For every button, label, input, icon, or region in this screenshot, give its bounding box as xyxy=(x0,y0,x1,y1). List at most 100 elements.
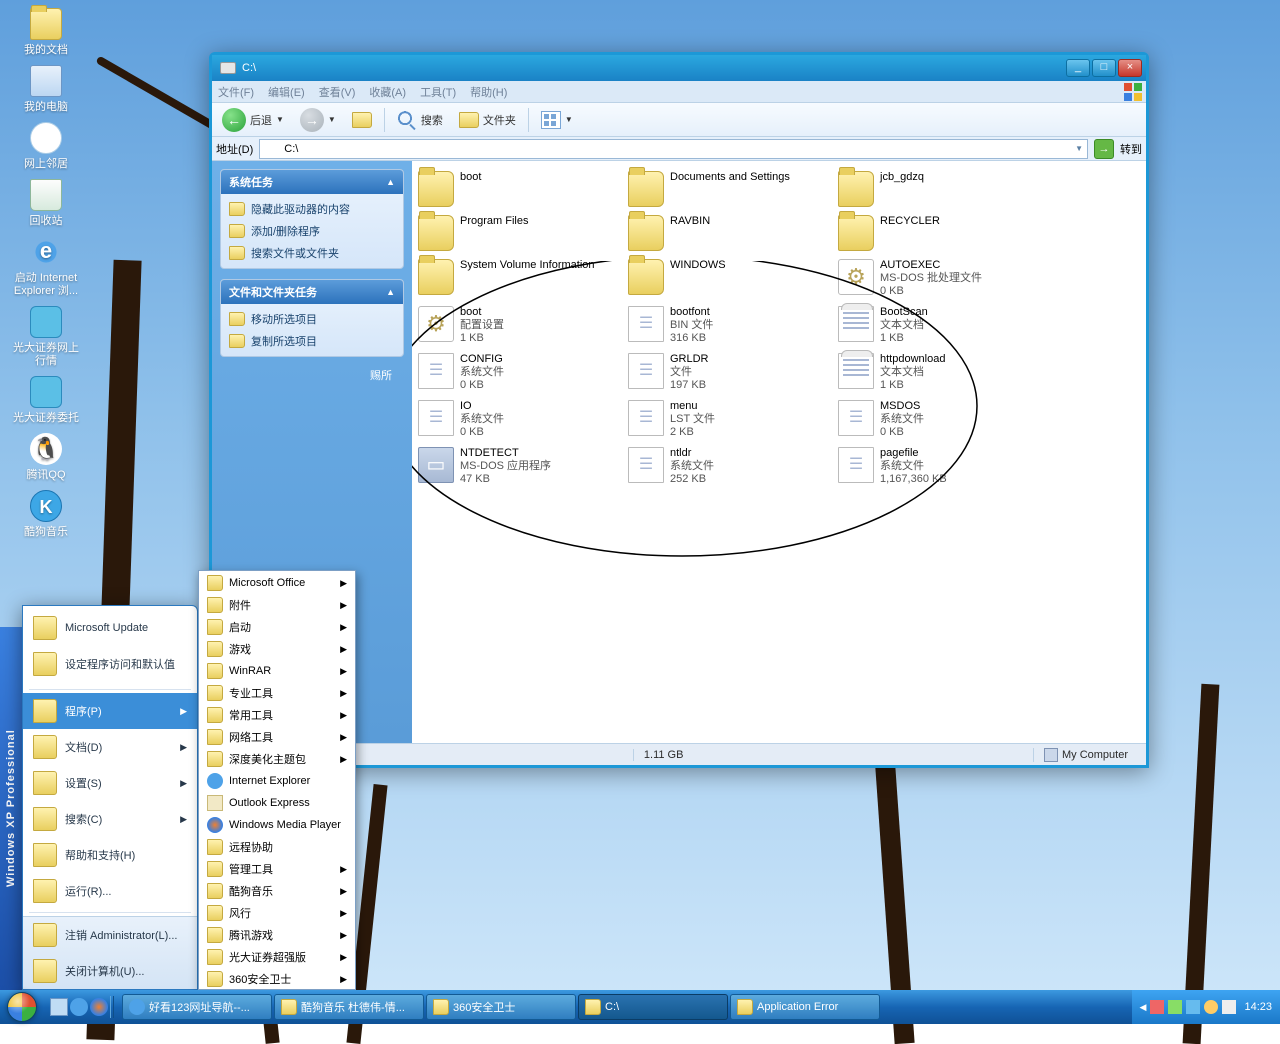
dropdown-icon[interactable]: ▼ xyxy=(328,115,336,124)
submenu-item[interactable]: Windows Media Player xyxy=(199,814,355,836)
tray-expand-icon[interactable]: ◀ xyxy=(1140,1002,1147,1013)
menu-item[interactable]: 查看(V) xyxy=(319,84,356,100)
submenu-item[interactable]: Internet Explorer xyxy=(199,770,355,792)
file-item[interactable]: menuLST 文件2 KB xyxy=(624,396,834,443)
tray-icon[interactable] xyxy=(1222,1000,1236,1014)
dropdown-icon[interactable]: ▼ xyxy=(565,115,573,124)
panel-header[interactable]: 系统任务 ▲ xyxy=(221,170,403,194)
up-button[interactable] xyxy=(348,110,376,130)
address-input[interactable]: C:\ ▼ xyxy=(259,139,1088,159)
submenu-item[interactable]: 远程协助 xyxy=(199,836,355,858)
file-item[interactable]: boot xyxy=(414,167,624,211)
tray-icon[interactable] xyxy=(1186,1000,1200,1014)
file-item[interactable]: NTDETECTMS-DOS 应用程序47 KB xyxy=(414,443,624,490)
file-item[interactable]: BootScan文本文档1 KB xyxy=(834,302,1044,349)
dropdown-icon[interactable]: ▼ xyxy=(1075,144,1083,153)
panel-header[interactable]: 文件和文件夹任务 ▲ xyxy=(221,280,403,304)
file-item[interactable]: RECYCLER xyxy=(834,211,1044,255)
minimize-button[interactable]: _ xyxy=(1066,59,1090,77)
views-button[interactable]: ▼ xyxy=(537,109,577,131)
start-menu-item[interactable]: 运行(R)... xyxy=(23,873,197,909)
start-menu-item[interactable]: 搜索(C)▶ xyxy=(23,801,197,837)
taskbar-button[interactable]: 360安全卫士 xyxy=(426,994,576,1020)
submenu-item[interactable]: 360安全卫士▶ xyxy=(199,968,355,990)
file-item[interactable]: httpdownload文本文档1 KB xyxy=(834,349,1044,396)
file-item[interactable]: Program Files xyxy=(414,211,624,255)
taskbar-button[interactable]: 酷狗音乐 杜德伟-情... xyxy=(274,994,424,1020)
folders-button[interactable]: 文件夹 xyxy=(455,110,520,130)
titlebar[interactable]: C:\ _ □ × xyxy=(212,55,1146,81)
file-item[interactable]: System Volume Information xyxy=(414,255,624,302)
task-link[interactable]: 搜索文件或文件夹 xyxy=(221,242,403,264)
file-item[interactable]: jcb_gdzq xyxy=(834,167,1044,211)
start-menu-item[interactable]: Microsoft Update xyxy=(23,610,197,646)
go-button[interactable]: → xyxy=(1094,139,1114,159)
start-menu-item[interactable]: 设置(S)▶ xyxy=(23,765,197,801)
file-item[interactable]: MSDOS系统文件0 KB xyxy=(834,396,1044,443)
clock[interactable]: 14:23 xyxy=(1244,1001,1272,1013)
desktop-icon[interactable]: 启动 Internet Explorer 浏... xyxy=(8,236,84,298)
close-button[interactable]: × xyxy=(1118,59,1142,77)
menu-item[interactable]: 工具(T) xyxy=(420,84,456,100)
submenu-item[interactable]: 光大证券超强版▶ xyxy=(199,946,355,968)
tray-icon[interactable] xyxy=(1204,1000,1218,1014)
taskbar-button[interactable]: 好看123网址导航--... xyxy=(122,994,272,1020)
taskbar-button[interactable]: C:\ xyxy=(578,994,728,1020)
task-link[interactable]: 移动所选项目 xyxy=(221,308,403,330)
submenu-item[interactable]: 专业工具▶ xyxy=(199,682,355,704)
start-menu-item[interactable]: 关闭计算机(U)... xyxy=(23,953,197,989)
submenu-item[interactable]: Outlook Express xyxy=(199,792,355,814)
desktop-icon[interactable]: 网上邻居 xyxy=(8,122,84,171)
desktop-icon[interactable]: 光大证券委托 xyxy=(8,376,84,425)
system-tray[interactable]: ◀ 14:23 xyxy=(1132,990,1280,1024)
submenu-item[interactable]: 深度美化主题包▶ xyxy=(199,748,355,770)
submenu-item[interactable]: 附件▶ xyxy=(199,594,355,616)
desktop-icon[interactable]: 腾讯QQ xyxy=(8,433,84,482)
dropdown-icon[interactable]: ▼ xyxy=(276,115,284,124)
start-menu-item[interactable]: 文档(D)▶ xyxy=(23,729,197,765)
task-link[interactable]: 添加/删除程序 xyxy=(221,220,403,242)
desktop-icon[interactable]: 回收站 xyxy=(8,179,84,228)
start-menu-item[interactable]: 帮助和支持(H) xyxy=(23,837,197,873)
file-item[interactable]: GRLDR文件197 KB xyxy=(624,349,834,396)
taskbar-button[interactable]: Application Error xyxy=(730,994,880,1020)
submenu-item[interactable]: 酷狗音乐▶ xyxy=(199,880,355,902)
desktop-icon[interactable]: 酷狗音乐 xyxy=(8,490,84,539)
desktop-icon[interactable]: 光大证券网上行情 xyxy=(8,306,84,368)
submenu-item[interactable]: WinRAR▶ xyxy=(199,660,355,682)
menu-item[interactable]: 编辑(E) xyxy=(268,84,305,100)
start-menu-item[interactable]: 设定程序访问和默认值 xyxy=(23,646,197,682)
desktop-icon[interactable]: 我的文档 xyxy=(8,8,84,57)
desktop-icon[interactable]: 我的电脑 xyxy=(8,65,84,114)
file-item[interactable]: bootfontBIN 文件316 KB xyxy=(624,302,834,349)
submenu-item[interactable]: 常用工具▶ xyxy=(199,704,355,726)
search-button[interactable]: 搜索 xyxy=(393,109,447,131)
file-item[interactable]: boot配置设置1 KB xyxy=(414,302,624,349)
quick-launch-wmp[interactable] xyxy=(90,998,108,1016)
submenu-item[interactable]: 启动▶ xyxy=(199,616,355,638)
file-item[interactable]: Documents and Settings xyxy=(624,167,834,211)
submenu-item[interactable]: 风行▶ xyxy=(199,902,355,924)
menu-item[interactable]: 文件(F) xyxy=(218,84,254,100)
quick-launch-ie[interactable] xyxy=(70,998,88,1016)
submenu-item[interactable]: Microsoft Office▶ xyxy=(199,572,355,594)
submenu-item[interactable]: 网络工具▶ xyxy=(199,726,355,748)
task-link[interactable]: 复制所选项目 xyxy=(221,330,403,352)
submenu-item[interactable]: 管理工具▶ xyxy=(199,858,355,880)
show-desktop-button[interactable] xyxy=(50,998,68,1016)
task-link[interactable]: 隐藏此驱动器的内容 xyxy=(221,198,403,220)
file-list[interactable]: bootDocuments and Settingsjcb_gdzq Progra… xyxy=(412,161,1146,743)
submenu-item[interactable]: 游戏▶ xyxy=(199,638,355,660)
menu-item[interactable]: 帮助(H) xyxy=(470,84,507,100)
tray-icon[interactable] xyxy=(1168,1000,1182,1014)
submenu-item[interactable]: 腾讯游戏▶ xyxy=(199,924,355,946)
start-button[interactable] xyxy=(0,990,44,1024)
back-button[interactable]: ← 后退 ▼ xyxy=(218,106,288,134)
start-menu-item[interactable]: 注销 Administrator(L)... xyxy=(23,917,197,953)
menu-item[interactable]: 收藏(A) xyxy=(369,84,406,100)
programs-menu-item[interactable]: 程序(P) ▶ xyxy=(23,693,197,729)
forward-button[interactable]: → ▼ xyxy=(296,106,340,134)
tray-icon[interactable] xyxy=(1150,1000,1164,1014)
file-item[interactable]: WINDOWS xyxy=(624,255,834,302)
file-item[interactable]: CONFIG系统文件0 KB xyxy=(414,349,624,396)
